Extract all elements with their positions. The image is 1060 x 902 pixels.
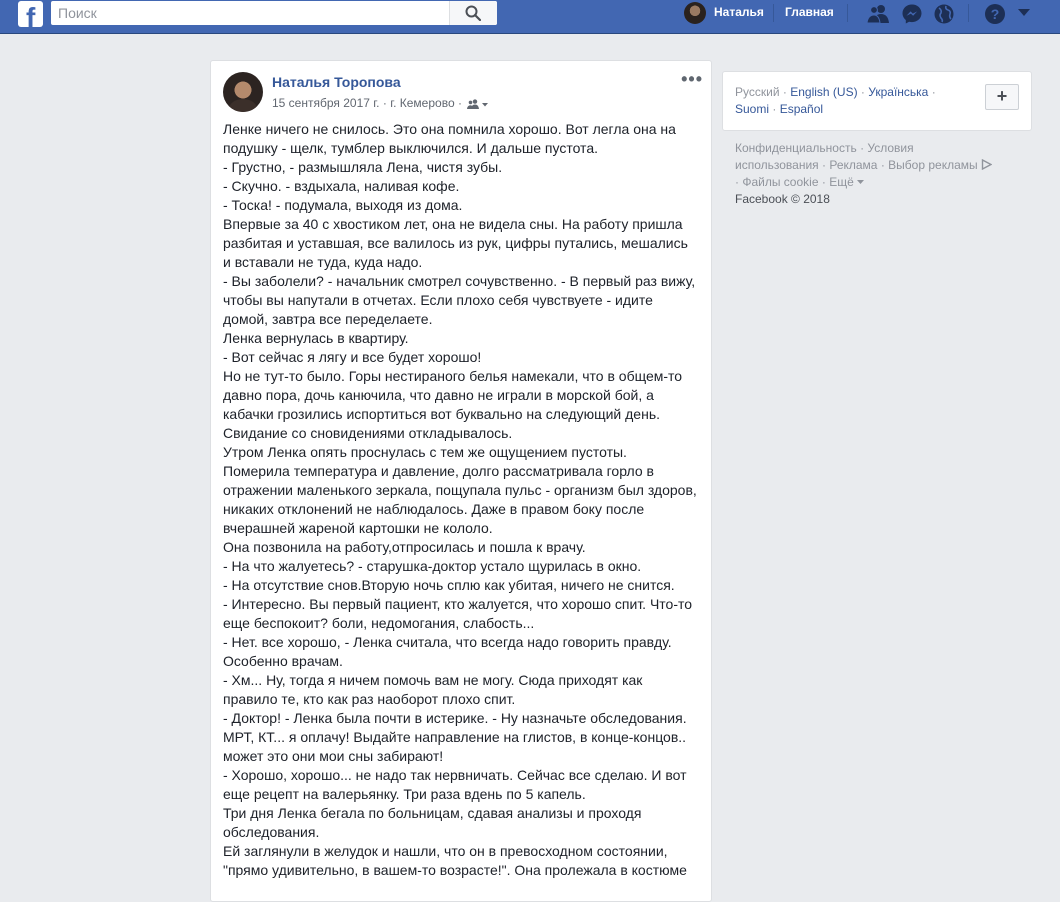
meta-separator: · — [457, 96, 462, 110]
copyright: Facebook © 2018 — [735, 192, 830, 206]
ads-link[interactable]: Реклама — [829, 158, 877, 172]
post-text-line: и вставали не туда, куда надо. — [223, 254, 423, 270]
friends-icon[interactable] — [866, 3, 889, 25]
post-text-line: отражении маленького зеркала, пощупала п… — [223, 482, 697, 498]
nav-divider — [847, 4, 848, 22]
audience-friends-icon[interactable] — [467, 98, 489, 112]
post-text-line: Померила температура и давление, долго р… — [223, 463, 654, 479]
post-options-button[interactable]: ••• — [681, 70, 703, 88]
post-text-line: МРТ, КТ... я оплачу! Выдайте направление… — [223, 729, 687, 745]
facebook-logo-icon[interactable]: f — [18, 1, 43, 27]
post-date[interactable]: 15 сентября 2017 г. — [272, 96, 380, 110]
post-text-line: еще рецепт на валерьянку. Три раза вдень… — [223, 786, 586, 802]
more-caret-icon — [857, 180, 865, 184]
language-link-suomi[interactable]: Suomi — [735, 102, 769, 116]
language-link-english[interactable]: English (US) — [790, 85, 857, 99]
language-row: Русский · English (US) · Українська · — [735, 85, 936, 99]
help-icon[interactable]: ? — [984, 3, 1006, 25]
user-avatar[interactable] — [684, 2, 706, 24]
post-text-line: правило те, кто как раз наоборот плохо с… — [223, 691, 516, 707]
post-text-line: вчерашней жареной картошки не кололо. — [223, 520, 493, 536]
post-text-line: Особенно врачам. — [223, 653, 343, 669]
ad-choices-icon — [981, 158, 993, 171]
meta-separator: · — [382, 96, 387, 110]
post-text-line: - Доктор! - Ленка была почти в истерике.… — [223, 710, 687, 726]
post-text-line: подушку - щелк, тумблер выключился. И да… — [223, 140, 598, 156]
post-text-line: - На отсутствие снов.Вторую ночь сплю ка… — [223, 577, 675, 593]
search-box — [51, 1, 497, 25]
post-text-line: Но не тут-то было. Горы нестираного бель… — [223, 368, 683, 384]
svg-text:?: ? — [991, 6, 1000, 22]
post-text-line: кабачки грозились испортиться вот буквал… — [223, 406, 661, 422]
cookies-link[interactable]: Файлы cookie — [742, 175, 818, 189]
post-meta: 15 сентября 2017 г. · г. Кемерово · — [272, 96, 489, 112]
language-link-espanol[interactable]: Español — [780, 102, 823, 116]
caret-down-icon[interactable] — [1017, 8, 1039, 30]
current-language: Русский — [735, 85, 780, 99]
search-button[interactable] — [449, 1, 497, 25]
post-text-line: - Интересно. Вы первый пациент, кто жалу… — [223, 596, 693, 612]
post-text-line: никаких отклонений не наблюдалось. Даже … — [223, 501, 645, 517]
search-input[interactable] — [51, 1, 453, 25]
search-icon — [465, 5, 481, 21]
post-text-line: - Нет. все хорошо, - Ленка считала, что … — [223, 634, 672, 650]
nav-divider — [773, 4, 774, 22]
language-row: Suomi · Español — [735, 102, 824, 116]
top-navigation-bar: f Наталья Главная — [0, 0, 1060, 34]
post-text-line: обследования. — [223, 824, 320, 840]
language-selector-card: Русский · English (US) · Українська · Su… — [722, 71, 1032, 131]
footer-links: Конфиденциальность · Условия использован… — [735, 140, 1025, 208]
post-text-line: - Вы заболели? - начальник смотрел сочув… — [223, 273, 696, 289]
post-text-line: Ей заглянули в желудок и нашли, что он в… — [223, 843, 668, 859]
post-text-line: - На что жалуетесь? - старушка-доктор ус… — [223, 558, 642, 574]
terms-link-continued[interactable]: использования — [735, 158, 819, 172]
add-language-button[interactable]: + — [985, 84, 1019, 110]
post-location[interactable]: г. Кемерово — [390, 96, 454, 110]
post-text-line: Ленка вернулась в квартиру. — [223, 330, 409, 346]
author-avatar[interactable] — [223, 72, 263, 112]
post-text-line: Ленке ничего не снилось. Это она помнила… — [223, 121, 676, 137]
post-text-line: - Хорошо, хорошо... не надо так нервнича… — [223, 767, 687, 783]
post-text-line: "прямо удивительно, в вашем-то возрасте!… — [223, 862, 687, 878]
more-link[interactable]: Ещё — [829, 175, 854, 189]
post-text-line: Впервые за 40 с хвостиком лет, она не ви… — [223, 216, 683, 232]
post-text-line: - Тоска! - подумала, выходя из дома. — [223, 197, 463, 213]
post-text-line: разбитая и уставшая, все валилось из рук… — [223, 235, 688, 251]
post-text-line: Утром Ленка опять проснулась с тем же ощ… — [223, 444, 627, 460]
post-text-line: - Скучно. - вздыхала, наливая кофе. — [223, 178, 460, 194]
language-link-ukrainian[interactable]: Українська — [868, 85, 928, 99]
post-text-line: - Грустно, - размышляла Лена, чистя зубы… — [223, 159, 503, 175]
globe-icon[interactable] — [933, 3, 955, 25]
post-card: Наталья Торопова 15 сентября 2017 г. · г… — [210, 60, 712, 902]
profile-link[interactable]: Наталья — [714, 5, 764, 19]
post-author-name[interactable]: Наталья Торопова — [272, 74, 401, 90]
post-text: Ленке ничего не снилось. Это она помнила… — [223, 120, 701, 880]
post-text-line: чтобы вы напутали в отчетах. Если плохо … — [223, 292, 653, 308]
post-text-line: - Хм... Ну, тогда я ничем помочь вам не … — [223, 672, 643, 688]
privacy-link[interactable]: Конфиденциальность — [735, 141, 857, 155]
messenger-icon[interactable] — [901, 3, 923, 25]
post-text-line: Она позвонила на работу,отпросилась и по… — [223, 539, 586, 555]
home-link[interactable]: Главная — [785, 5, 834, 19]
post-text-line: еще беспокоит? боли, недомогания, слабос… — [223, 615, 535, 631]
post-text-line: домой, завтра все переделаете. — [223, 311, 433, 327]
nav-divider — [968, 4, 969, 22]
post-text-line: Свидание со сновидениями откладывалось. — [223, 425, 513, 441]
post-text-line: может это они мои сны забирают! — [223, 748, 444, 764]
post-text-line: давно пора, дочь канючила, что давно не … — [223, 387, 654, 403]
terms-link[interactable]: Условия — [867, 141, 913, 155]
ad-choices-link[interactable]: Выбор рекламы — [888, 158, 977, 172]
post-text-line: Три дня Ленка бегала по больницам, сдава… — [223, 805, 642, 821]
post-text-line: - Вот сейчас я лягу и все будет хорошо! — [223, 349, 482, 365]
